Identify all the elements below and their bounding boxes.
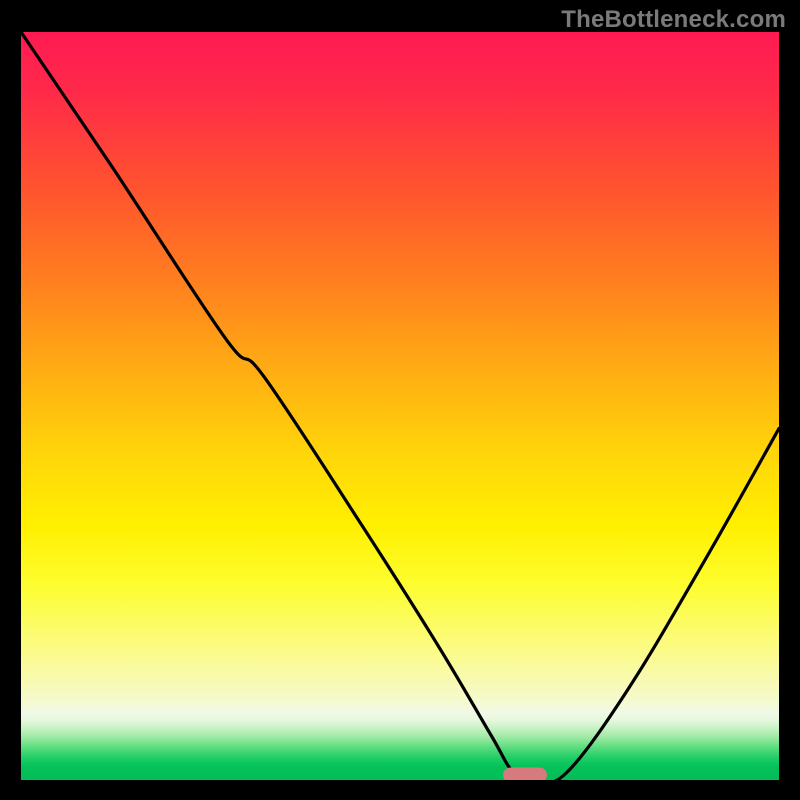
plot-area [21, 32, 779, 780]
bottleneck-curve-path [21, 32, 779, 780]
watermark-text: TheBottleneck.com [561, 6, 786, 34]
optimum-marker [503, 768, 547, 781]
curve-svg [21, 32, 779, 780]
chart-frame: TheBottleneck.com [0, 0, 800, 800]
